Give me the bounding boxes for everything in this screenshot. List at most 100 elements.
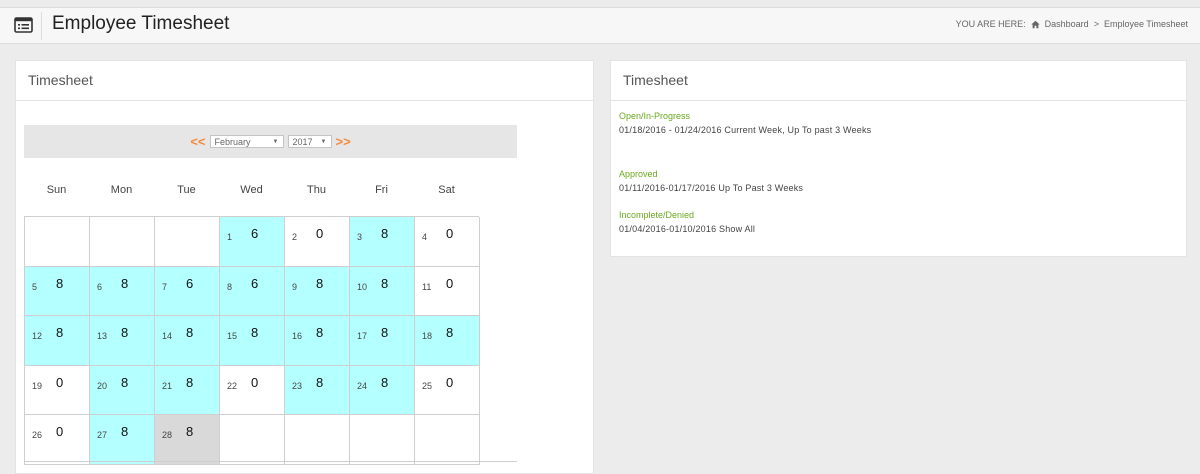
day-number: 5 bbox=[32, 281, 38, 292]
calendar-day-cell[interactable]: 16 bbox=[220, 217, 285, 267]
day-number: 26 bbox=[32, 430, 43, 441]
hours-value: 6 bbox=[251, 226, 259, 241]
day-number: 15 bbox=[227, 331, 238, 342]
calendar-day-cell[interactable]: 18 8 bbox=[415, 316, 480, 366]
day-number: 20 bbox=[97, 380, 108, 391]
prev-month-button[interactable]: << bbox=[190, 134, 205, 149]
status-range: 01/11/2016-01/17/2016 Up To Past 3 Weeks bbox=[619, 183, 804, 193]
status-label[interactable]: Approved bbox=[619, 169, 803, 179]
day-number: 16 bbox=[292, 331, 303, 342]
calendar-day-cell[interactable]: 24 8 bbox=[350, 365, 415, 416]
header-divider bbox=[41, 12, 42, 40]
status-range: 01/04/2016-01/10/2016 Show All bbox=[619, 224, 756, 234]
breadcrumb-prefix: YOU ARE HERE: bbox=[955, 19, 1026, 29]
timesheet-calendar-panel: Timesheet << February ▼ 2017 ▼ >> Sun Mon… bbox=[15, 60, 594, 474]
day-number: 24 bbox=[357, 380, 368, 391]
calendar-day-cell[interactable]: 27 8 bbox=[90, 415, 155, 465]
calendar-day-cell[interactable]: 38 bbox=[350, 217, 415, 267]
weekday-label: Wed bbox=[240, 184, 263, 196]
hours-value: 8 bbox=[121, 424, 129, 440]
day-number: 22 bbox=[227, 380, 238, 391]
panel-title: Timesheet bbox=[16, 61, 593, 101]
hours-value: 0 bbox=[316, 226, 324, 241]
weekday-label: Fri bbox=[375, 184, 388, 196]
month-select-value: February bbox=[214, 136, 251, 147]
calendar-day-cell[interactable]: 20 bbox=[285, 217, 350, 267]
day-number: 1 bbox=[227, 232, 233, 242]
breadcrumb-dashboard-link[interactable]: Dashboard bbox=[1045, 19, 1089, 29]
hours-value: 8 bbox=[56, 275, 64, 291]
calendar-day-cell[interactable]: 86 bbox=[220, 266, 285, 317]
hours-value: 8 bbox=[121, 325, 129, 341]
calendar-day-cell[interactable]: 76 bbox=[155, 266, 220, 317]
calendar-day-cell[interactable]: 26 0 bbox=[25, 415, 90, 465]
hours-value: 8 bbox=[381, 226, 389, 241]
year-select-value: 2017 bbox=[292, 136, 313, 147]
status-label[interactable]: Incomplete/Denied bbox=[619, 210, 755, 220]
hours-value: 8 bbox=[316, 275, 324, 291]
calendar-day-cell[interactable]: 15 8 bbox=[220, 316, 285, 366]
hours-value: 6 bbox=[186, 275, 194, 291]
calendar-day-cell[interactable]: 28 8 bbox=[155, 415, 220, 465]
calendar-bottom-rule bbox=[24, 461, 517, 462]
day-number: 9 bbox=[292, 281, 298, 292]
calendar-day-cell[interactable]: 10 8 bbox=[350, 266, 415, 317]
month-select[interactable]: February ▼ bbox=[209, 135, 284, 148]
calendar-day-cell[interactable]: 22 0 bbox=[220, 365, 285, 416]
day-number: 6 bbox=[97, 281, 103, 292]
calendar-day-cell[interactable]: 21 8 bbox=[155, 365, 220, 416]
status-approved: Approved 01/11/2016-01/17/2016 Up To Pas… bbox=[619, 169, 803, 193]
calendar-day-cell[interactable]: 98 bbox=[285, 266, 350, 317]
calendar-cell-empty bbox=[220, 415, 285, 465]
weekday-label: Sat bbox=[438, 184, 455, 196]
hours-value: 8 bbox=[316, 325, 324, 341]
calendar-day-cell[interactable]: 20 8 bbox=[90, 365, 155, 416]
hours-value: 8 bbox=[186, 325, 194, 341]
hours-value: 8 bbox=[381, 325, 389, 341]
day-number: 11 bbox=[422, 281, 432, 292]
weekday-header-row: Sun Mon Tue Wed Thu Fri Sat bbox=[24, 184, 479, 196]
status-label[interactable]: Open/In-Progress bbox=[619, 111, 871, 121]
calendar-day-cell[interactable]: 58 bbox=[25, 266, 90, 317]
calendar-cell-empty bbox=[90, 217, 155, 267]
hours-value: 0 bbox=[56, 424, 64, 440]
calendar-day-cell[interactable]: 16 8 bbox=[285, 316, 350, 366]
hours-value: 0 bbox=[56, 374, 64, 390]
hours-value: 8 bbox=[446, 325, 454, 341]
hours-value: 0 bbox=[446, 226, 454, 241]
calendar-day-cell[interactable]: 17 8 bbox=[350, 316, 415, 366]
hours-value: 8 bbox=[251, 325, 259, 341]
calendar-day-cell[interactable]: 14 8 bbox=[155, 316, 220, 366]
calendar-day-cell[interactable]: 23 8 bbox=[285, 365, 350, 416]
hours-value: 8 bbox=[56, 325, 64, 341]
weekday-label: Tue bbox=[177, 184, 196, 196]
calendar-day-cell[interactable]: 25 0 bbox=[415, 365, 480, 416]
hours-value: 0 bbox=[446, 275, 454, 291]
day-number: 12 bbox=[32, 331, 43, 342]
day-number: 27 bbox=[97, 430, 108, 441]
calendar-day-cell[interactable]: 12 8 bbox=[25, 316, 90, 366]
status-incomplete: Incomplete/Denied 01/04/2016-01/10/2016 … bbox=[619, 210, 755, 234]
hours-value: 0 bbox=[251, 374, 259, 390]
calendar-day-cell[interactable]: 40 bbox=[415, 217, 480, 267]
day-number: 18 bbox=[422, 331, 433, 342]
calendar-day-cell[interactable]: 11 0 bbox=[415, 266, 480, 317]
next-month-button[interactable]: >> bbox=[336, 134, 351, 149]
calendar-day-cell[interactable]: 13 8 bbox=[90, 316, 155, 366]
calendar-cell-empty bbox=[155, 217, 220, 267]
breadcrumb: YOU ARE HERE: Dashboard > Employee Times… bbox=[956, 19, 1188, 29]
month-navigation: << February ▼ 2017 ▼ >> bbox=[24, 125, 517, 158]
weekday-label: Thu bbox=[307, 184, 326, 196]
breadcrumb-current: Employee Timesheet bbox=[1103, 19, 1188, 29]
status-range: 01/18/2016 - 01/24/2016 Current Week, Up… bbox=[619, 125, 872, 135]
calendar-cell-empty bbox=[415, 415, 480, 465]
calendar-day-cell[interactable]: 68 bbox=[90, 266, 155, 317]
day-number: 7 bbox=[162, 281, 168, 292]
calendar-day-cell[interactable]: 19 0 bbox=[25, 365, 90, 416]
day-number: 2 bbox=[292, 232, 298, 242]
day-number: 3 bbox=[357, 232, 363, 242]
list-icon bbox=[14, 17, 33, 33]
hours-value: 8 bbox=[316, 374, 324, 390]
year-select[interactable]: 2017 ▼ bbox=[287, 135, 332, 148]
caret-down-icon: ▼ bbox=[320, 138, 327, 145]
